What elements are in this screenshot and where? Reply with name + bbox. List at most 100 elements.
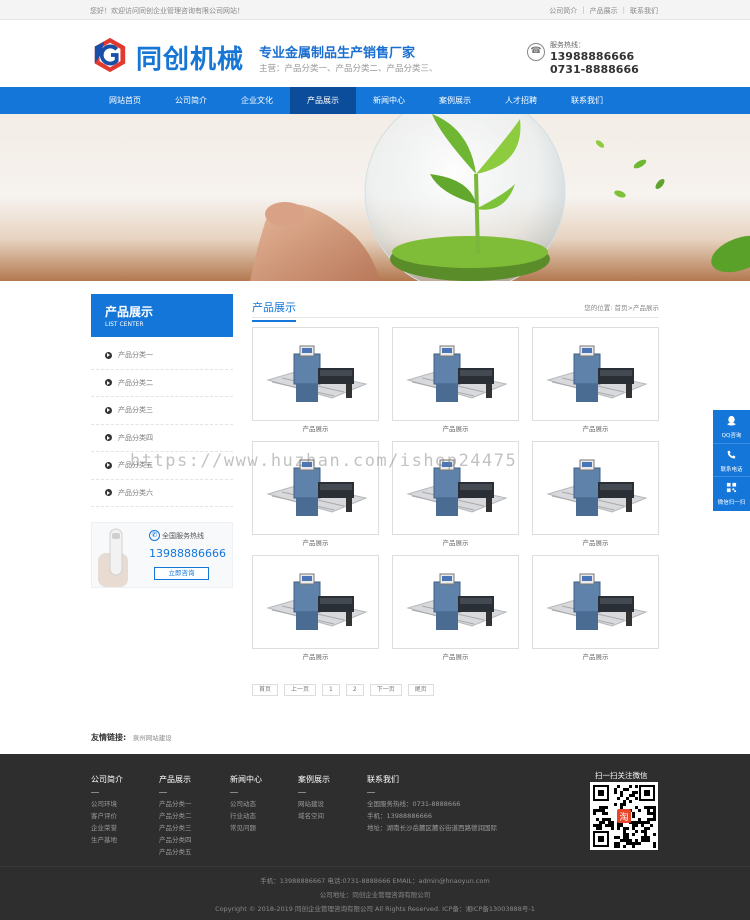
product-image[interactable] (532, 555, 659, 649)
nav-item-culture[interactable]: 企业文化 (224, 87, 290, 114)
nav-item-contact[interactable]: 联系我们 (554, 87, 620, 114)
logo-icon[interactable] (91, 36, 129, 74)
float-label: QQ咨询 (721, 433, 742, 439)
breadcrumb[interactable]: 您的位置: 首页>产品展示 (584, 302, 659, 312)
top-link-products[interactable]: 产品展示 (590, 6, 618, 16)
hotline-label: 服务热线： (550, 41, 585, 49)
footer-link[interactable]: 企业荣誉 (91, 822, 123, 834)
product-card[interactable]: 产品展示 (532, 327, 659, 433)
category-item[interactable]: 产品分类一 (91, 342, 233, 370)
friend-links-label: 友情链接: (91, 733, 127, 742)
footer-link[interactable]: 常见问题 (230, 822, 262, 834)
qr-code-icon: 淘 (590, 782, 658, 850)
phone-contact-button[interactable]: 联系电话 (713, 444, 750, 478)
footer-link[interactable]: 公司环境 (91, 798, 123, 810)
logo-text[interactable]: 同创机械 (136, 39, 244, 76)
qq-icon (727, 415, 736, 426)
product-card[interactable]: 产品展示 (252, 327, 379, 433)
page-last[interactable]: 尾页 (407, 684, 434, 696)
sidebar-header: 产品展示 LIST CENTER (91, 294, 233, 337)
arrow-circle-icon (105, 351, 112, 359)
footer-link[interactable]: 产品分类三 (159, 822, 192, 834)
page-prev[interactable]: 上一页 (284, 684, 317, 696)
product-image[interactable] (252, 327, 379, 421)
site-footer: 公司简介 公司环境 客户评价 企业荣誉 生产基地 产品展示 产品分类一 产品分类… (0, 754, 750, 920)
hotline-phone: 0731-8888666 (550, 63, 639, 76)
footer-link[interactable]: 产品分类二 (159, 810, 192, 822)
page-2[interactable]: 2 (345, 684, 364, 696)
machine-image (265, 345, 368, 402)
product-card[interactable]: 产品展示 (252, 555, 379, 661)
qq-consult-button[interactable]: QQ咨询 (713, 410, 750, 444)
divider: | (622, 6, 625, 14)
product-caption[interactable]: 产品展示 (252, 423, 379, 433)
product-image[interactable] (392, 327, 519, 421)
footer-link[interactable]: 网站建设 (298, 798, 330, 810)
product-caption[interactable]: 产品展示 (252, 651, 379, 661)
product-image[interactable] (532, 327, 659, 421)
top-link-contact[interactable]: 联系我们 (630, 6, 658, 16)
nav-item-products[interactable]: 产品展示 (290, 87, 356, 114)
banner-illustration (250, 114, 750, 281)
product-image[interactable] (392, 555, 519, 649)
footer-link[interactable]: 产品分类五 (159, 846, 192, 858)
top-link-about[interactable]: 公司简介 (549, 6, 577, 16)
product-caption[interactable]: 产品展示 (532, 651, 659, 661)
machine-image (545, 345, 648, 402)
nav-item-news[interactable]: 新闻中心 (356, 87, 422, 114)
friend-links: 友情链接: 泉州网站建设 (91, 732, 172, 743)
footer-col-title: 产品展示 (159, 775, 191, 784)
machine-image (545, 573, 648, 630)
contact-label: 全国服务热线 (162, 532, 204, 540)
arrow-circle-icon (105, 434, 112, 442)
footer-contact-line: 地址：湖南长沙岳麓区麓谷街道西路德润国际 (367, 824, 497, 832)
nav-item-jobs[interactable]: 人才招聘 (488, 87, 554, 114)
friend-link[interactable]: 泉州网站建设 (133, 734, 172, 742)
product-caption[interactable]: 产品展示 (392, 651, 519, 661)
machine-image (405, 573, 508, 630)
product-card[interactable]: 产品展示 (392, 327, 519, 433)
category-label: 产品分类一 (118, 351, 153, 360)
watermark: https://www.huzhan.com/ishop24475 (130, 451, 518, 471)
product-image[interactable] (532, 441, 659, 535)
category-item[interactable]: 产品分类四 (91, 425, 233, 452)
machine-image (545, 459, 648, 516)
category-item[interactable]: 产品分类三 (91, 397, 233, 425)
nav-item-home[interactable]: 网站首页 (92, 87, 158, 114)
footer-link[interactable]: 行业动态 (230, 810, 262, 822)
machine-image (265, 573, 368, 630)
hotline-mobile: 13988886666 (550, 50, 635, 63)
sub-slogan: 主营：产品分类一、产品分类二、产品分类三、 (259, 64, 438, 74)
product-card[interactable]: 产品展示 (532, 441, 659, 547)
product-card[interactable]: 产品展示 (392, 555, 519, 661)
page-next[interactable]: 下一页 (369, 684, 402, 696)
footer-link[interactable]: 生产基地 (91, 834, 123, 846)
footer-contact-info: 手机：13988886667 电话:0731-8888666 EMAIL：adm… (260, 877, 490, 885)
nav-item-about[interactable]: 公司简介 (158, 87, 224, 114)
category-label: 产品分类二 (118, 378, 153, 387)
qr-title: 扫一扫关注微信 (595, 771, 648, 780)
main-nav: 网站首页 公司简介 企业文化 产品展示 新闻中心 案例展示 人才招聘 联系我们 (0, 87, 750, 114)
product-caption[interactable]: 产品展示 (252, 537, 379, 547)
consult-button[interactable]: 立即咨询 (154, 567, 209, 580)
nav-item-cases[interactable]: 案例展示 (422, 87, 488, 114)
footer-link[interactable]: 产品分类一 (159, 798, 192, 810)
category-item[interactable]: 产品分类六 (91, 480, 233, 507)
product-caption[interactable]: 产品展示 (392, 537, 519, 547)
page-1[interactable]: 1 (322, 684, 340, 696)
product-card[interactable]: 产品展示 (532, 555, 659, 661)
page-first[interactable]: 首页 (252, 684, 279, 696)
wechat-scan-button[interactable]: 微信扫一扫 (713, 477, 750, 511)
footer-link[interactable]: 域名空间 (298, 810, 330, 822)
footer-link[interactable]: 产品分类四 (159, 834, 192, 846)
sidebar-title: 产品展示 (105, 305, 154, 319)
category-item[interactable]: 产品分类二 (91, 370, 233, 397)
qr-code-icon (726, 483, 737, 493)
footer-link[interactable]: 公司动态 (230, 798, 262, 810)
product-caption[interactable]: 产品展示 (532, 537, 659, 547)
footer-link[interactable]: 客户评价 (91, 810, 123, 822)
product-image[interactable] (252, 555, 379, 649)
product-caption[interactable]: 产品展示 (532, 423, 659, 433)
product-caption[interactable]: 产品展示 (392, 423, 519, 433)
phone-icon: ☎ (527, 43, 545, 61)
